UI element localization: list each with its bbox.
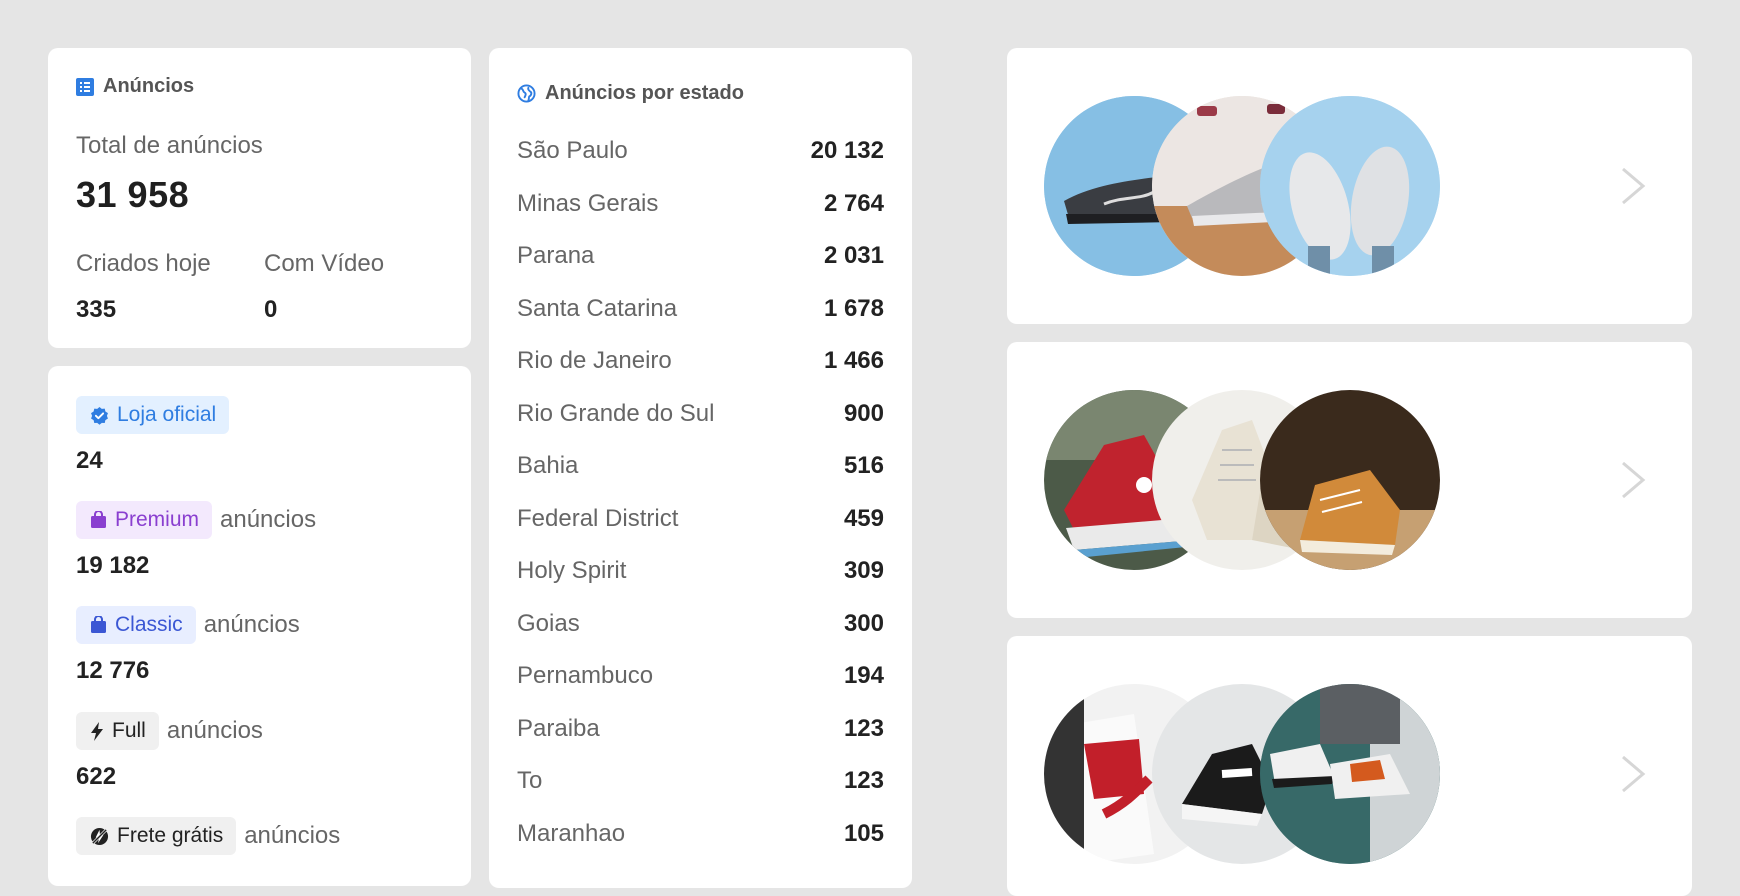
full-row: Full anúncios [76, 712, 263, 750]
state-count: 105 [843, 819, 884, 847]
state-row: São Paulo 20 132 [517, 137, 884, 165]
official-store-badge[interactable]: Loja oficial [76, 396, 230, 434]
state-count: 123 [843, 714, 884, 742]
state-row: Parana 2 031 [517, 242, 884, 270]
state-count: 300 [843, 609, 884, 637]
state-row: Santa Catarina 1 678 [517, 295, 884, 323]
state-name: Goias [517, 609, 580, 637]
product-image-1c [1260, 96, 1440, 276]
state-row: Minas Gerais 2 764 [517, 190, 884, 218]
ads-summary-title: Anúncios [103, 75, 195, 97]
premium-badge[interactable]: Premium [76, 501, 213, 539]
state-name: Maranhao [517, 819, 626, 847]
product-card-2[interactable] [1007, 342, 1692, 618]
globe-icon [517, 84, 536, 103]
state-name: Rio Grande do Sul [517, 399, 715, 427]
state-count: 516 [843, 452, 884, 479]
ads-by-state-header: Anúncios por estado [517, 82, 744, 105]
state-name: Minas Gerais [517, 189, 659, 217]
official-store-label: Loja oficial [117, 403, 217, 426]
state-row: Federal District 459 [517, 505, 884, 533]
state-row: Goias 300 [517, 610, 884, 638]
premium-row: Premium anúncios [76, 501, 316, 539]
verified-check-icon [91, 406, 108, 425]
with-video-label: Com Vídeo [264, 250, 385, 277]
state-row: Holy Spirit 309 [517, 557, 884, 585]
state-name: Federal District [517, 504, 679, 532]
state-count: 309 [843, 557, 884, 584]
state-name: Rio de Janeiro [517, 347, 672, 374]
free-shipping-badge[interactable]: Frete grátis [76, 817, 237, 855]
ad-types-card: Loja oficial 24 Premium anúncios 19 182 … [48, 366, 471, 886]
state-count: 123 [843, 767, 884, 794]
chevron-right-icon[interactable] [1619, 166, 1647, 206]
ads-by-state-title: Anúncios por estado [545, 82, 744, 104]
state-name: Bahia [517, 452, 579, 479]
state-row: Rio Grande do Sul 900 [517, 400, 884, 428]
ads-summary-header: Anúncios [76, 75, 194, 98]
bag-icon [91, 511, 106, 528]
state-name: Santa Catarina [517, 294, 678, 322]
product-image-2c [1260, 390, 1440, 570]
no-shipping-icon [90, 827, 109, 845]
classic-count: 12 776 [76, 657, 150, 684]
full-count: 622 [76, 763, 117, 790]
official-store-count: 24 [76, 447, 103, 474]
premium-count: 19 182 [76, 552, 150, 579]
state-name: São Paulo [517, 137, 628, 164]
free-shipping-suffix: anúncios [244, 822, 341, 849]
lightning-icon [91, 721, 103, 741]
total-ads-value: 31 958 [76, 174, 190, 215]
state-count: 459 [843, 504, 884, 532]
chevron-right-icon[interactable] [1619, 754, 1647, 794]
full-badge[interactable]: Full [76, 712, 159, 750]
classic-badge[interactable]: Classic [76, 606, 196, 644]
classic-row: Classic anúncios [76, 606, 300, 644]
classic-suffix: anúncios [203, 611, 300, 638]
state-name: Parana [517, 242, 595, 269]
product-card-3[interactable] [1007, 636, 1692, 896]
state-count: 1 678 [823, 294, 884, 322]
state-name: Holy Spirit [517, 557, 627, 584]
state-row: To 123 [517, 767, 884, 795]
state-name: Pernambuco [517, 662, 654, 689]
total-ads-label: Total de anúncios [76, 132, 263, 159]
state-row: Pernambuco 194 [517, 662, 884, 690]
product-image-3c [1260, 684, 1440, 864]
state-count: 194 [843, 662, 884, 689]
free-shipping-label: Frete grátis [117, 824, 224, 847]
list-icon [76, 77, 94, 96]
state-count: 20 132 [810, 137, 884, 164]
classic-label: Classic [115, 613, 183, 636]
chevron-right-icon[interactable] [1619, 460, 1647, 500]
state-row: Paraiba 123 [517, 715, 884, 743]
with-video-value: 0 [264, 296, 278, 323]
created-today-value: 335 [76, 296, 117, 323]
state-count: 2 031 [823, 242, 884, 269]
premium-suffix: anúncios [220, 506, 317, 533]
ads-summary-card: Anúncios Total de anúncios 31 958 Criado… [48, 48, 471, 348]
state-row: Maranhao 105 [517, 820, 884, 848]
full-suffix: anúncios [166, 717, 263, 744]
state-row: Bahia 516 [517, 452, 884, 480]
state-count: 1 466 [823, 347, 884, 374]
official-store-row: Loja oficial [76, 396, 237, 434]
ads-by-state-card: Anúncios por estado São Paulo 20 132 Minas… [489, 48, 912, 888]
product-card-1[interactable] [1007, 48, 1692, 324]
free-shipping-row: Frete grátis anúncios [76, 817, 340, 855]
state-name: To [517, 767, 543, 794]
state-row: Rio de Janeiro 1 466 [517, 347, 884, 375]
bag-icon [91, 616, 106, 633]
state-count: 2 764 [823, 189, 884, 217]
full-label: Full [112, 719, 146, 742]
premium-label: Premium [115, 508, 200, 531]
state-name: Paraiba [517, 714, 600, 742]
created-today-label: Criados hoje [76, 250, 211, 277]
state-count: 900 [843, 399, 884, 427]
